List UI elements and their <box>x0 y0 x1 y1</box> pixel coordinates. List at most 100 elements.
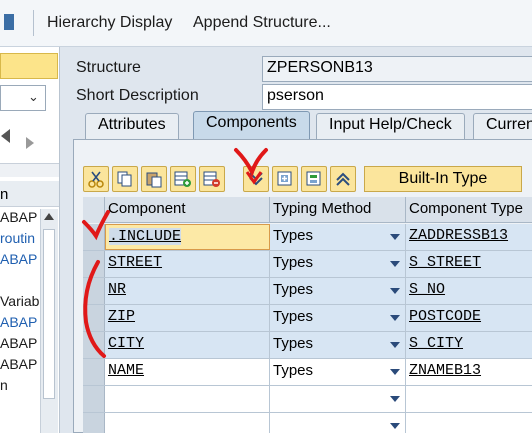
built-in-type-button[interactable]: Built-In Type <box>364 166 522 192</box>
main-content: Structure ZPERSONB13 Short Description p… <box>61 47 532 433</box>
typing-method-cell[interactable]: Types <box>270 251 406 277</box>
dropdown-arrow-icon[interactable] <box>390 369 400 375</box>
table-row[interactable]: ZIP Types POSTCODE <box>83 305 532 332</box>
tab-attributes[interactable]: Attributes <box>85 113 179 139</box>
new-field-icon[interactable] <box>272 166 298 192</box>
cut-icon[interactable] <box>83 166 109 192</box>
dropdown-arrow-icon[interactable] <box>390 396 400 402</box>
nav-divider <box>0 163 59 177</box>
scroll-up-icon[interactable] <box>44 213 54 220</box>
toolbar-separator <box>33 10 34 36</box>
dropdown-arrow-icon[interactable] <box>390 315 400 321</box>
table-header: Component Typing Method Component Type <box>83 197 532 223</box>
typing-method-cell[interactable]: Types <box>270 224 406 250</box>
component-type-cell[interactable] <box>406 386 532 412</box>
tab-components[interactable]: Components <box>193 111 310 139</box>
nav-tree-item[interactable]: ABAP <box>0 333 40 354</box>
nav-dropdown[interactable] <box>0 85 46 111</box>
structure-icon[interactable] <box>301 166 327 192</box>
table-row[interactable] <box>83 413 532 433</box>
typing-method-cell[interactable]: Types <box>270 332 406 358</box>
short-description-label: Short Description <box>76 87 199 104</box>
component-type-cell[interactable]: ZADDRESSB13 <box>406 224 532 250</box>
nav-tree-item[interactable]: ABAP <box>0 354 40 375</box>
delete-row-icon[interactable] <box>199 166 225 192</box>
copy-icon[interactable] <box>112 166 138 192</box>
row-selector[interactable] <box>83 413 105 433</box>
component-cell[interactable]: NAME <box>105 359 270 385</box>
chevron-down-icon[interactable]: ⌄ <box>28 89 39 105</box>
component-cell[interactable]: CITY <box>105 332 270 358</box>
component-type-cell[interactable]: ZNAMEB13 <box>406 359 532 385</box>
tab-currency[interactable]: Curren <box>473 113 532 139</box>
table-row[interactable]: NAME Types ZNAMEB13 <box>83 359 532 386</box>
row-selector[interactable] <box>83 305 105 331</box>
structure-field[interactable]: ZPERSONB13 <box>262 56 532 82</box>
typing-method-cell[interactable]: Types <box>270 278 406 304</box>
table-row[interactable]: STREET Types S_STREET <box>83 251 532 278</box>
component-type-cell[interactable]: S_STREET <box>406 251 532 277</box>
insert-row-icon[interactable] <box>170 166 196 192</box>
menu-append-structure[interactable]: Append Structure... <box>193 14 331 32</box>
component-cell[interactable]: NR <box>105 278 270 304</box>
nav-object-field[interactable] <box>0 53 58 79</box>
column-header-component-type[interactable]: Component Type <box>406 197 532 223</box>
row-selector[interactable] <box>83 386 105 412</box>
dropdown-arrow-icon[interactable] <box>390 234 400 240</box>
row-selector[interactable] <box>83 251 105 277</box>
toolbar-button-partial[interactable] <box>0 0 20 46</box>
collapse-up-icon[interactable] <box>330 166 356 192</box>
nav-tree-item[interactable] <box>0 270 40 291</box>
typing-method-cell[interactable] <box>270 386 406 412</box>
typing-method-cell[interactable]: Types <box>270 359 406 385</box>
component-cell[interactable]: STREET <box>105 251 270 277</box>
scroll-thumb[interactable] <box>43 229 55 399</box>
nav-column-header-label: n <box>0 186 9 203</box>
component-cell[interactable] <box>105 386 270 412</box>
component-type-cell[interactable] <box>406 413 532 433</box>
nav-tree-item[interactable]: ABAP <box>0 312 40 333</box>
nav-column-header: n <box>0 181 59 207</box>
component-type-cell[interactable]: POSTCODE <box>406 305 532 331</box>
nav-tree-item[interactable]: routin <box>0 228 40 249</box>
paste-icon[interactable] <box>141 166 167 192</box>
row-selector[interactable] <box>83 359 105 385</box>
component-type-cell[interactable]: S_CITY <box>406 332 532 358</box>
row-selector[interactable] <box>83 332 105 358</box>
dropdown-arrow-icon[interactable] <box>390 342 400 348</box>
short-description-field[interactable]: pserson <box>262 84 532 110</box>
tab-input-help-check[interactable]: Input Help/Check <box>316 113 465 139</box>
nav-tree-item[interactable]: n <box>0 375 40 396</box>
dropdown-arrow-icon[interactable] <box>390 261 400 267</box>
table-row[interactable]: .INCLUDE Types ZADDRESSB13 <box>83 224 532 251</box>
nav-tree-list: ABAP routin ABAP Variab ABAP ABAP ABAP n <box>0 207 40 396</box>
tab-strip: Attributes Components Input Help/Check C… <box>73 111 532 139</box>
nav-scrollbar[interactable] <box>40 209 58 433</box>
component-cell[interactable]: ZIP <box>105 305 270 331</box>
left-navigation-pane: ⌄ n ABAP routin ABAP Variab ABAP ABAP AB… <box>0 47 60 433</box>
row-selector[interactable] <box>83 224 105 250</box>
component-cell[interactable] <box>105 413 270 433</box>
column-header-typing-method[interactable]: Typing Method <box>270 197 406 223</box>
nav-tree-item[interactable]: ABAP <box>0 207 40 228</box>
row-selector[interactable] <box>83 278 105 304</box>
component-cell[interactable]: .INCLUDE <box>105 224 270 250</box>
structure-label: Structure <box>76 59 141 76</box>
column-header-component[interactable]: Component <box>105 197 270 223</box>
back-arrow-icon[interactable] <box>1 129 10 143</box>
dropdown-arrow-icon[interactable] <box>390 423 400 429</box>
component-type-cell[interactable]: S_NO <box>406 278 532 304</box>
typing-method-cell[interactable] <box>270 413 406 433</box>
table-row[interactable] <box>83 386 532 413</box>
expand-include-icon[interactable] <box>243 166 269 192</box>
select-all-cell[interactable] <box>83 197 105 223</box>
table-row[interactable]: CITY Types S_CITY <box>83 332 532 359</box>
nav-tree-item[interactable]: ABAP <box>0 249 40 270</box>
typing-method-cell[interactable]: Types <box>270 305 406 331</box>
table-row[interactable]: NR Types S_NO <box>83 278 532 305</box>
dropdown-arrow-icon[interactable] <box>390 288 400 294</box>
forward-arrow-icon[interactable] <box>26 137 34 149</box>
nav-tree-item[interactable]: Variab <box>0 291 40 312</box>
menu-toolbar: Hierarchy Display Append Structure... <box>0 0 532 47</box>
menu-hierarchy-display[interactable]: Hierarchy Display <box>47 14 172 32</box>
